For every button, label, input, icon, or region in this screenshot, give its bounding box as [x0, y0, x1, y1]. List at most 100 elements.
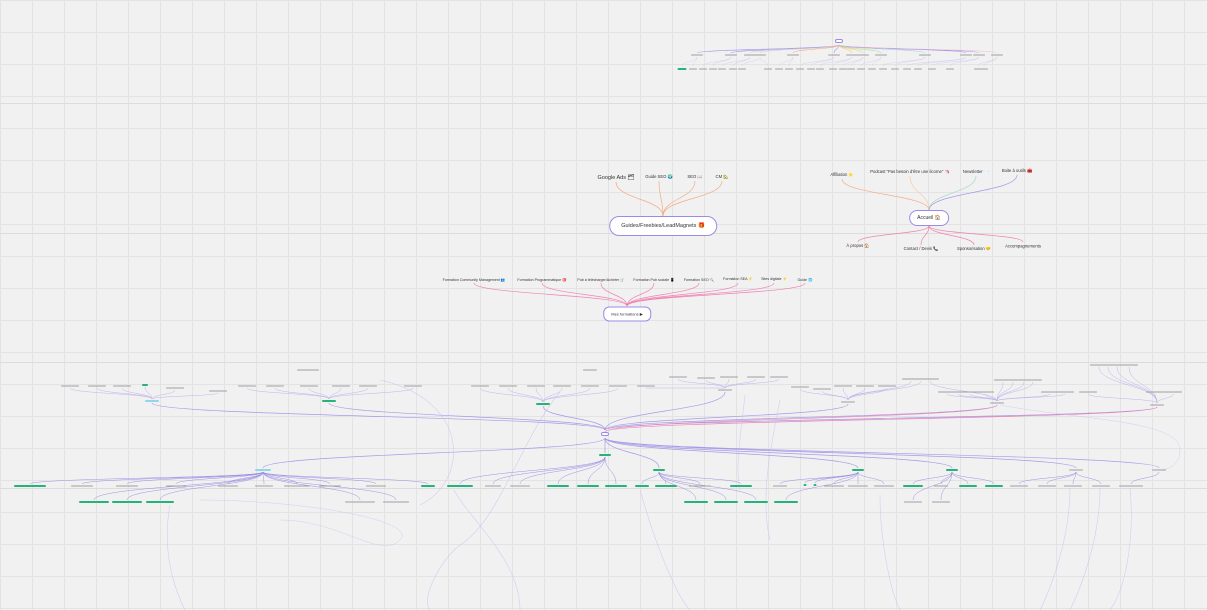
overview-leaf-node[interactable]: [903, 68, 911, 70]
lower-cluster-hub[interactable]: [718, 389, 732, 391]
overview-branch-node[interactable]: [875, 54, 887, 56]
lower-branch-node[interactable]: [976, 391, 994, 393]
lower-branch-node[interactable]: [471, 385, 489, 387]
formations-child-sea[interactable]: Formation SEA ⚡: [723, 277, 753, 281]
lower-branch-node[interactable]: [1164, 391, 1182, 393]
lower-leaf-node[interactable]: [112, 501, 142, 503]
lower-leaf-node[interactable]: [1010, 485, 1028, 487]
accueil-child-affiliation[interactable]: Affiliation ⭐: [830, 172, 853, 178]
lower-leaf-node[interactable]: [577, 485, 599, 487]
overview-leaf-node[interactable]: [868, 68, 876, 70]
lower-leaf-node[interactable]: [744, 501, 768, 503]
lower-leaf-node[interactable]: [14, 485, 46, 487]
lower-branch-node[interactable]: [553, 385, 571, 387]
lower-branch-node[interactable]: [527, 385, 545, 387]
lower-cluster-hub[interactable]: [1150, 404, 1164, 406]
lower-leaf-node[interactable]: [730, 485, 752, 487]
lower-leaf-node[interactable]: [383, 501, 409, 503]
overview-branch-node[interactable]: [828, 54, 840, 56]
overview-branch-node[interactable]: [857, 54, 869, 56]
lower-leaf-node[interactable]: [932, 501, 950, 503]
lower-leaf-node[interactable]: [684, 501, 708, 503]
lower-leaf-node[interactable]: [218, 485, 238, 487]
lower-branch-node[interactable]: [300, 385, 318, 387]
accueil-child-boite-outils[interactable]: Boite à outils 🧰: [1002, 168, 1032, 174]
accueil-child-a-propos[interactable]: À propos 🏠: [846, 243, 869, 249]
lower-branch-node[interactable]: [404, 385, 422, 387]
lower-branch-node[interactable]: [61, 385, 79, 387]
guides-child-guide-seo[interactable]: Guide SEO 🌍: [645, 174, 673, 180]
lower-cluster-hub[interactable]: [536, 403, 550, 405]
lower-cluster-hub[interactable]: [322, 400, 336, 402]
lower-tier-node[interactable]: [599, 454, 611, 456]
overview-leaf-node[interactable]: [677, 68, 687, 70]
lower-leaf-node[interactable]: [848, 485, 868, 487]
overview-branch-node[interactable]: [691, 54, 703, 56]
lower-leaf-node[interactable]: [714, 501, 738, 503]
lower-leaf-node[interactable]: [447, 485, 473, 487]
lower-branch-node[interactable]: [856, 385, 874, 387]
lower-tier-node[interactable]: [1152, 469, 1166, 471]
lower-branch-node[interactable]: [1079, 391, 1097, 393]
overview-leaf-node[interactable]: [928, 68, 936, 70]
lower-leaf-node[interactable]: [1092, 485, 1110, 487]
lower-leaf-node[interactable]: [1038, 485, 1056, 487]
lower-tier-node[interactable]: [653, 469, 665, 471]
lower-leaf-node[interactable]: [79, 501, 109, 503]
overview-leaf-node[interactable]: [914, 68, 922, 70]
lower-branch-node[interactable]: [113, 385, 131, 387]
lower-branch-node[interactable]: [697, 377, 715, 379]
overview-leaf-node[interactable]: [829, 68, 837, 70]
lower-leaf-node[interactable]: [116, 485, 138, 487]
lower-leaf-node[interactable]: [605, 485, 627, 487]
lower-leaf-node[interactable]: [903, 485, 923, 487]
lower-leaf-node[interactable]: [366, 485, 386, 487]
lower-leaf-node[interactable]: [547, 485, 569, 487]
formations-child-seo[interactable]: Formation SEO 🔍: [684, 278, 714, 282]
lower-leaf-node[interactable]: [255, 485, 273, 487]
overview-branch-node[interactable]: [919, 54, 931, 56]
overview-leaf-node[interactable]: [775, 68, 783, 70]
guides-hub-node[interactable]: Guides/Freebies/LeadMagnets 🎁: [609, 216, 717, 236]
lower-leaf-node[interactable]: [635, 485, 649, 487]
lower-branch-node[interactable]: [834, 385, 852, 387]
overview-branch-node[interactable]: [991, 54, 1003, 56]
lower-leaf-node[interactable]: [1064, 485, 1082, 487]
overview-leaf-node[interactable]: [738, 68, 746, 70]
lower-branch-node[interactable]: [1120, 364, 1138, 366]
guides-child-seo[interactable]: SEO 📖: [687, 174, 702, 180]
lower-leaf-node[interactable]: [689, 485, 711, 487]
lower-leaf-node[interactable]: [813, 484, 817, 486]
lower-leaf-node[interactable]: [71, 485, 93, 487]
lower-branch-node[interactable]: [791, 386, 809, 388]
lower-tier-node[interactable]: [946, 469, 958, 471]
lower-leaf-node[interactable]: [485, 485, 501, 487]
lower-branch-node[interactable]: [921, 378, 939, 380]
lower-leaf-node[interactable]: [773, 485, 787, 487]
overview-root-node[interactable]: [835, 39, 843, 43]
lower-leaf-node[interactable]: [421, 485, 435, 487]
formations-child-programmatique[interactable]: Formation Programmatique 🎯: [517, 278, 566, 282]
lower-leaf-node[interactable]: [655, 485, 677, 487]
lower-leaf-node[interactable]: [146, 501, 174, 503]
formations-hub-node[interactable]: Mes formations ▶: [603, 306, 651, 322]
overview-branch-node[interactable]: [725, 54, 737, 56]
lower-branch-node[interactable]: [1146, 391, 1164, 393]
lower-branch-node[interactable]: [637, 385, 655, 387]
overview-leaf-node[interactable]: [764, 68, 772, 70]
accueil-child-contact[interactable]: Contact / Devis 📞: [904, 246, 939, 252]
overview-leaf-node[interactable]: [857, 68, 865, 70]
lower-branch-node[interactable]: [499, 385, 517, 387]
lower-branch-node[interactable]: [770, 376, 788, 378]
lower-branch-node[interactable]: [720, 376, 738, 378]
lower-leaf-node[interactable]: [934, 485, 948, 487]
overview-leaf-node[interactable]: [946, 68, 954, 70]
accueil-child-newsletter[interactable]: Newsletter ✉️: [963, 169, 989, 175]
lower-leaf-node[interactable]: [1119, 485, 1143, 487]
guides-child-cm[interactable]: CM 🏡: [716, 174, 729, 180]
lower-leaf-node[interactable]: [959, 485, 977, 487]
accueil-child-sponsorisation[interactable]: Sponsorisation 🤝: [957, 246, 991, 252]
lower-leaf-node[interactable]: [904, 501, 922, 503]
formations-child-cm[interactable]: Formation Community Management 👥: [443, 278, 506, 282]
lower-leaf-node[interactable]: [166, 485, 186, 487]
